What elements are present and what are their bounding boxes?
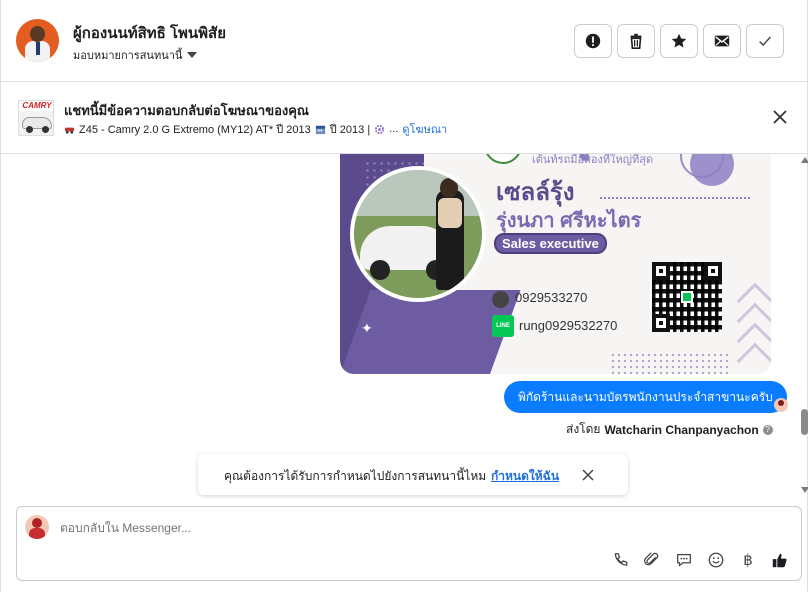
ad-year-text: ปี 2013 | [329, 124, 371, 136]
gear-icon [375, 124, 385, 134]
sent-by-line: ส่งโดย Watcharin Chanpanyachon ? [566, 420, 773, 439]
star-icon [671, 33, 687, 48]
assign-prompt: คุณต้องการได้รับการกำหนดไปยังการสนทนานี้… [198, 454, 628, 495]
checkmark-icon [759, 36, 771, 47]
assign-prompt-text: คุณต้องการได้รับการกำหนดไปยังการสนทนานี้… [224, 469, 487, 483]
card-tagline: เต้นท์รถมือสองที่ใหญ่ที่สุด [532, 154, 654, 166]
phone-icon[interactable] [611, 551, 629, 569]
close-banner-icon[interactable] [772, 109, 788, 125]
card-phone: 0929533270 [515, 290, 588, 305]
close-icon[interactable] [581, 468, 595, 482]
view-ad-link[interactable]: ดูโฆษณา [402, 120, 447, 138]
smiley-icon[interactable] [707, 551, 725, 569]
card-position: Sales executive [494, 233, 607, 254]
camry-logo: CAMRY [19, 101, 53, 111]
scroll-up-arrow-icon[interactable] [801, 157, 808, 163]
chat-bubble-icon[interactable] [675, 551, 693, 569]
message-thread[interactable]: เอ็กซูเลเอ็ก เต้นท์รถมือสองที่ใหญ่ที่สุด… [1, 154, 807, 499]
mark-unread-button[interactable] [703, 24, 741, 58]
envelope-icon [714, 35, 730, 47]
reply-composer: ฿ [16, 506, 802, 581]
salesperson-photo [350, 166, 486, 302]
calendar-icon [315, 125, 325, 134]
mark-done-button[interactable] [746, 24, 784, 58]
ad-reply-banner: CAMRY แชทนี้มีข้อความตอบกลับต่อโฆษณาของค… [1, 83, 807, 154]
sent-by-label: ส่งโดย [566, 422, 601, 436]
star-button[interactable] [660, 24, 698, 58]
thumbs-up-icon[interactable] [771, 551, 789, 569]
brand-seal-icon [484, 154, 522, 164]
inbox-conversation: ผู้กองนนท์สิทธิ โพนพิสัย มอบหมายการสนทนา… [0, 0, 808, 592]
ad-detail-text: Z45 - Camry 2.0 G Extremo (MY12) AT* ปี … [79, 124, 311, 136]
card-fullname: รุ่งนภา ศรีหะไตร [496, 210, 642, 232]
caret-down-icon [187, 52, 198, 58]
ad-banner-title: แชทนี้มีข้อความตอบกลับต่อโฆษณาของคุณ [64, 103, 309, 118]
phone-icon [492, 291, 509, 308]
ad-details: Z45 - Camry 2.0 G Extremo (MY12) AT* ปี … [64, 120, 447, 138]
car-icon [64, 127, 75, 134]
conversation-header: ผู้กองนนท์สิทธิ โพนพิสัย มอบหมายการสนทนา… [1, 0, 807, 82]
ad-ellipsis: ... [389, 123, 399, 135]
outgoing-message-bubble[interactable]: พิกัดร้านและนามบัตรพนักงานประจำสาขานะครั… [504, 381, 787, 413]
assign-to-me-link[interactable]: กำหนดให้ฉัน [491, 467, 559, 486]
assign-label: มอบหมายการสนทนานี้ [73, 50, 183, 62]
contact-name[interactable]: ผู้กองนนท์สิทธิ โพนพิสัย [73, 21, 226, 45]
exclamation-circle-icon [585, 33, 601, 49]
assign-dropdown[interactable]: มอบหมายการสนทนานี้ [73, 46, 198, 64]
ad-thumbnail[interactable]: CAMRY [18, 100, 54, 136]
header-actions [574, 24, 784, 58]
info-icon[interactable]: ? [762, 424, 773, 435]
sender-avatar [774, 398, 788, 412]
report-button[interactable] [574, 24, 612, 58]
qr-code [652, 262, 722, 332]
composer-tools: ฿ [611, 551, 789, 569]
scroll-down-arrow-icon[interactable] [801, 487, 808, 493]
card-line-id: rung0929532270 [519, 318, 618, 333]
line-app-icon: LINE [492, 315, 514, 337]
reply-input[interactable] [60, 521, 660, 535]
trash-icon [630, 33, 642, 50]
business-card-image[interactable]: เอ็กซูเลเอ็ก เต้นท์รถมือสองที่ใหญ่ที่สุด… [340, 154, 771, 374]
delete-button[interactable] [617, 24, 655, 58]
scrollbar-thumb[interactable] [801, 409, 808, 435]
page-avatar [25, 515, 49, 539]
contact-avatar[interactable] [16, 19, 59, 62]
baht-icon[interactable]: ฿ [739, 551, 757, 569]
scrollbar[interactable] [798, 154, 808, 499]
paperclip-icon[interactable] [643, 551, 661, 569]
sender-name: Watcharin Chanpanyachon [604, 422, 759, 437]
sparkle-icon: ✦ [361, 320, 373, 336]
